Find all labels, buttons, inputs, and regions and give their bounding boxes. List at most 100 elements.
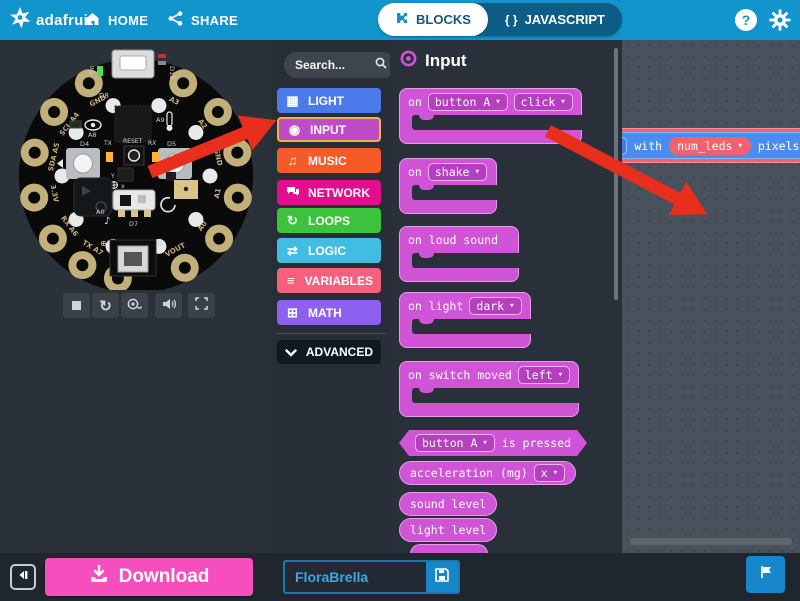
svg-text:D13: D13	[168, 66, 176, 79]
light-condition-dropdown[interactable]: dark	[469, 297, 521, 315]
settings-button[interactable]	[768, 8, 792, 37]
block-partial[interactable]	[410, 544, 488, 553]
category-logic[interactable]: ⇄ LOGIC	[277, 238, 381, 263]
calculator-icon: ⊞	[285, 306, 300, 319]
reset-label: RESET	[123, 138, 143, 145]
search-box[interactable]	[284, 52, 396, 78]
tab-blocks[interactable]: BLOCKS	[378, 3, 488, 36]
home-label: HOME	[108, 13, 148, 28]
variable-num-leds[interactable]: num_leds	[669, 137, 751, 155]
makecode-logo-button[interactable]	[746, 556, 785, 593]
help-button[interactable]: ?	[735, 9, 757, 31]
category-network[interactable]: NETWORK	[277, 180, 381, 205]
project-name-input[interactable]	[285, 562, 426, 592]
flyout-title: Input	[400, 50, 467, 72]
mute-button[interactable]	[155, 293, 182, 318]
tab-javascript[interactable]: { } JAVASCRIPT	[488, 3, 622, 36]
button-dropdown[interactable]: button A	[428, 93, 508, 111]
flyout-title-text: Input	[425, 51, 467, 71]
speaker-icon	[162, 297, 176, 315]
block-on-loud-sound[interactable]: on loud sound	[399, 226, 519, 282]
refresh-icon: ↻	[285, 214, 300, 227]
category-label: LIGHT	[308, 94, 344, 108]
download-label: Download	[119, 566, 210, 588]
curly-braces-icon: { }	[505, 13, 518, 27]
block-text: on switch moved	[408, 368, 512, 382]
flyout-scrollbar[interactable]	[614, 48, 618, 300]
category-loops[interactable]: ↻ LOOPS	[277, 208, 381, 233]
floppy-disk-icon	[435, 568, 449, 587]
svg-text:x: x	[121, 183, 125, 190]
download-icon	[89, 565, 109, 589]
stop-button[interactable]	[63, 293, 90, 318]
category-variables[interactable]: ≡ VARIABLES	[277, 268, 381, 293]
grid-icon: ▦	[285, 94, 300, 107]
axis-dropdown[interactable]: x	[534, 464, 565, 482]
speaker-component	[74, 178, 112, 216]
stop-icon	[72, 301, 81, 310]
workspace[interactable]: 1 with num_leds pixels	[622, 40, 800, 553]
blocks-tab-label: BLOCKS	[416, 12, 471, 27]
music-note-glyph: ♪	[104, 216, 110, 227]
category-input-selected[interactable]: ◉ INPUT	[277, 117, 381, 142]
d5-label: D5	[167, 140, 176, 148]
javascript-tab-label: JAVASCRIPT	[525, 12, 605, 27]
block-light-level[interactable]: light level	[399, 518, 497, 542]
share-icon	[168, 11, 183, 29]
collapse-left-icon	[17, 568, 29, 586]
rx-label: RX	[148, 140, 156, 147]
bottom-bar: Download	[0, 553, 800, 601]
on-label: On	[89, 65, 96, 74]
block-acceleration[interactable]: acceleration (mg) x	[399, 461, 576, 485]
toolbox: ▦ LIGHT ◉ INPUT ♫ MUSIC NETWORK ↻ LOOPS …	[272, 40, 390, 553]
block-on-gesture[interactable]: on shake	[399, 158, 497, 214]
restart-button[interactable]: ↻	[92, 293, 119, 318]
block-text: on	[408, 95, 422, 109]
search-input[interactable]	[293, 57, 371, 73]
share-button[interactable]: SHARE	[168, 0, 238, 40]
home-button[interactable]: HOME	[85, 0, 148, 40]
input-flyout: Input on button A click on shake on loud…	[390, 40, 622, 553]
gesture-dropdown[interactable]: shake	[428, 163, 487, 181]
advanced-label: ADVANCED	[306, 345, 373, 359]
makecode-editor: adafruit HOME SHARE	[0, 0, 800, 601]
direction-dropdown[interactable]: left	[518, 366, 570, 384]
block-on-light[interactable]: on light dark	[399, 292, 531, 348]
flag-icon	[759, 565, 773, 584]
statement-slot	[412, 115, 582, 130]
button-a[interactable]	[66, 148, 100, 179]
slow-motion-button[interactable]	[121, 293, 148, 318]
reset-button[interactable]	[124, 146, 144, 165]
adafruit-logo[interactable]: adafruit	[8, 0, 93, 40]
category-light[interactable]: ▦ LIGHT	[277, 88, 381, 113]
block-on-button-click[interactable]: on button A click	[399, 88, 582, 144]
button-dropdown[interactable]: button A	[415, 434, 495, 452]
processor-chip	[115, 106, 151, 142]
block-sound-level[interactable]: sound level	[399, 492, 497, 516]
block-text: on	[408, 165, 422, 179]
pin-dropdown[interactable]: 1	[622, 137, 627, 155]
chat-bubbles-icon	[285, 186, 300, 200]
home-icon	[85, 12, 100, 29]
simulator-panel: GND SCL A4 SDA A5 3.3V RX A6 TX A7 GND A…	[0, 40, 272, 553]
block-is-pressed[interactable]: button A is pressed	[399, 430, 587, 456]
block-text: on loud sound	[408, 233, 498, 247]
event-dropdown[interactable]: click	[514, 93, 573, 111]
collapse-simulator-button[interactable]	[10, 564, 36, 590]
lines-icon: ≡	[285, 274, 297, 287]
workspace-horizontal-scrollbar[interactable]	[630, 538, 792, 545]
fullscreen-button[interactable]	[188, 293, 215, 318]
category-label: INPUT	[310, 123, 346, 137]
category-advanced[interactable]: ADVANCED	[277, 340, 381, 364]
circuit-playground-board[interactable]: GND SCL A4 SDA A5 3.3V RX A6 TX A7 GND A…	[0, 40, 272, 290]
usb-connector	[112, 50, 154, 78]
chevron-down-icon	[285, 346, 298, 359]
category-math[interactable]: ⊞ MATH	[277, 300, 381, 325]
download-button[interactable]: Download	[45, 558, 253, 596]
block-text: light level	[410, 523, 486, 537]
svg-text:Y: Y	[110, 173, 115, 180]
category-music[interactable]: ♫ MUSIC	[277, 148, 381, 173]
block-on-switch-moved[interactable]: on switch moved left	[399, 361, 579, 417]
block-create-strip[interactable]: 1 with num_leds pixels	[622, 132, 800, 159]
save-button[interactable]	[426, 562, 458, 592]
